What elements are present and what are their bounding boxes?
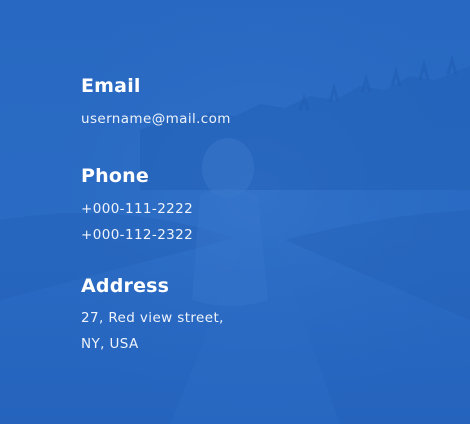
phone-number-1[interactable]: +000-111-2222 (81, 196, 193, 222)
email-section: Email username@mail.com (81, 75, 231, 132)
address-line-1: 27, Red view street, (81, 310, 224, 326)
phone-heading: Phone (81, 165, 149, 187)
address-heading: Address (81, 275, 170, 297)
address-section: Address 27, Red view street, NY, USA (81, 275, 224, 357)
email-value[interactable]: username@mail.com (81, 106, 231, 132)
phone-number-2[interactable]: +000-112-2322 (81, 222, 193, 248)
phone-section: Phone +000-111-2222 +000-112-2322 (81, 165, 193, 248)
background-photo (0, 0, 470, 424)
address-line-2: NY, USA (81, 336, 139, 352)
email-heading: Email (81, 75, 141, 97)
contact-info-panel: Email username@mail.com Phone +000-111-2… (0, 0, 470, 424)
